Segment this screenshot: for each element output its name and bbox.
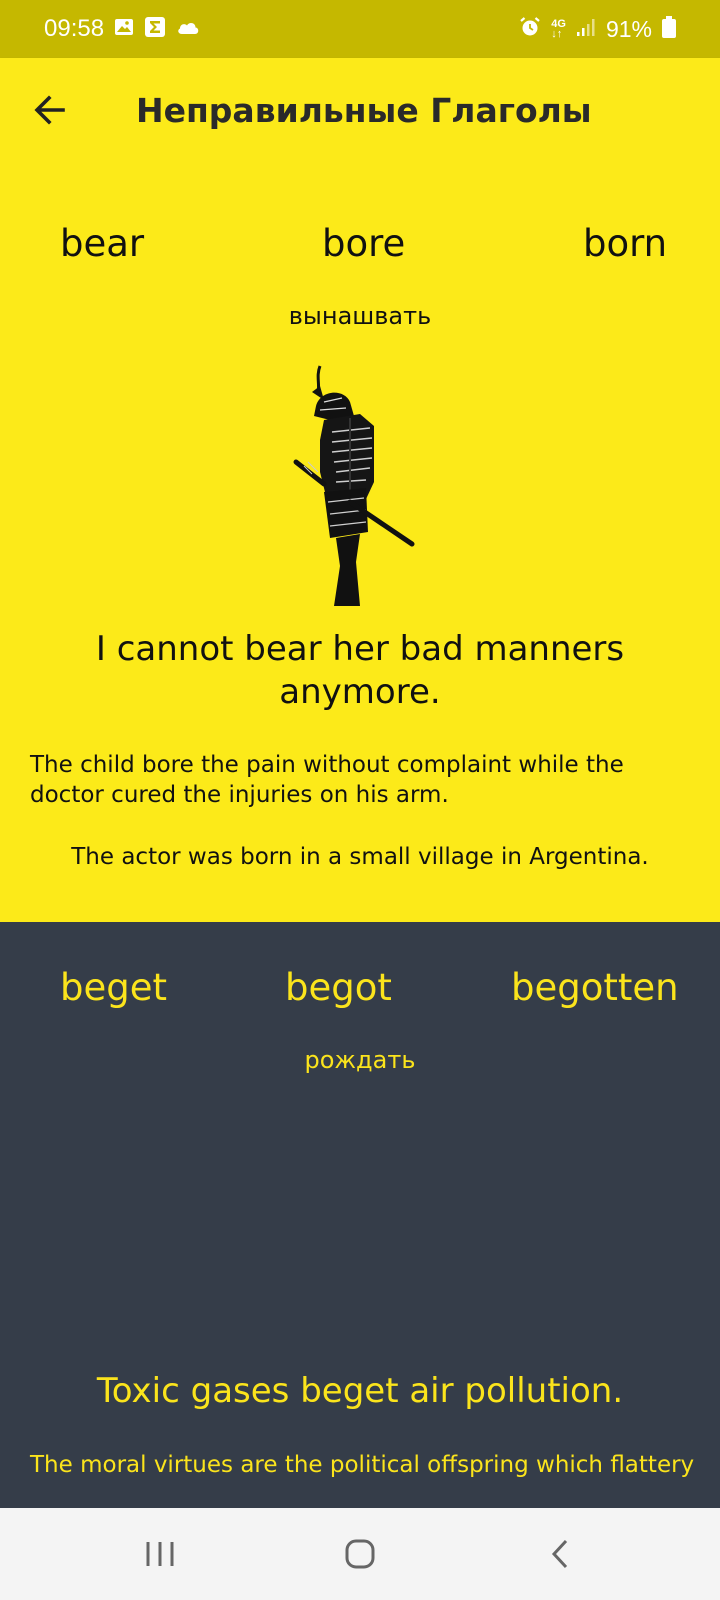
app-bar: Неправильные Глаголы	[0, 58, 720, 162]
verb-card-beget[interactable]: beget begot begotten рождать Toxic gases…	[0, 922, 720, 1508]
recent-apps-button[interactable]	[130, 1524, 190, 1584]
alarm-icon	[519, 16, 541, 43]
network-type-label: 4G	[551, 18, 566, 30]
status-bar: 09:58 4G ↓↑ 91%	[0, 0, 720, 58]
page-title: Неправильные Глаголы	[136, 90, 592, 130]
cloud-icon	[176, 19, 200, 40]
example-sentence-participle: The actor was born in a small village in…	[71, 844, 649, 870]
sigma-icon	[144, 16, 166, 43]
back-nav-button[interactable]	[530, 1524, 590, 1584]
verb-card-bear[interactable]: bear bore born вынашвать I cannot bear h…	[0, 162, 720, 922]
battery-percentage: 91%	[605, 15, 652, 42]
back-icon	[551, 1539, 568, 1569]
verb-translation: рождать	[304, 1046, 416, 1074]
back-button[interactable]	[0, 58, 100, 162]
image-icon	[114, 17, 134, 42]
verb-forms: bear bore born	[0, 222, 720, 272]
battery-icon	[662, 15, 676, 43]
recent-apps-icon	[146, 1542, 174, 1566]
verb-base-form: bear	[60, 222, 145, 265]
verb-forms: beget begot begotten	[0, 966, 720, 1016]
example-sentence-main: I cannot bear her bad manners anymore.	[95, 629, 625, 712]
status-time: 09:58	[44, 15, 105, 42]
example-sentence-past: The child bore the pain without complain…	[30, 752, 624, 808]
home-button[interactable]	[330, 1524, 390, 1584]
verb-past-form: begot	[285, 966, 392, 1009]
network-4g-icon: 4G ↓↑	[551, 18, 566, 40]
verb-past-form: bore	[322, 222, 406, 265]
signal-icon	[576, 17, 596, 42]
verb-translation: вынашвать	[288, 302, 432, 330]
home-icon	[345, 1539, 375, 1569]
status-left: 09:58	[44, 15, 200, 43]
status-right: 4G ↓↑ 91%	[519, 15, 676, 43]
samurai-illustration	[290, 362, 430, 606]
example-sentence-past: The moral virtues are the political offs…	[30, 1452, 695, 1478]
system-navigation-bar	[0, 1508, 720, 1600]
example-sentence-main: Toxic gases beget air pollution.	[96, 1371, 624, 1411]
verb-participle-form: born	[583, 222, 668, 265]
verb-participle-form: begotten	[511, 966, 679, 1009]
arrow-left-icon	[34, 95, 65, 125]
verb-base-form: beget	[60, 966, 168, 1009]
